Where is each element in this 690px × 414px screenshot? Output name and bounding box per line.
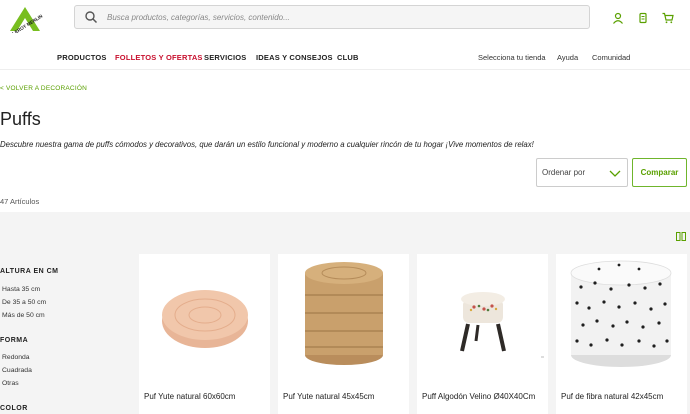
- product-name[interactable]: Puf de fibra natural 42x45cm: [561, 392, 663, 401]
- filter-option[interactable]: Más de 50 cm: [2, 312, 45, 319]
- filter-option[interactable]: Hasta 35 cm: [2, 286, 40, 293]
- community-link[interactable]: Comunidad: [592, 53, 630, 62]
- cart-icon[interactable]: [662, 12, 674, 24]
- nav-item-productos[interactable]: PRODUCTOS: [57, 53, 107, 62]
- filter-option[interactable]: De 35 a 50 cm: [2, 299, 46, 306]
- filter-option[interactable]: Redonda: [2, 354, 30, 361]
- page-title: Puffs: [0, 109, 41, 129]
- search-icon[interactable]: [84, 10, 98, 24]
- chevron-down-icon: [609, 168, 621, 178]
- sort-dropdown[interactable]: Ordenar por: [536, 158, 628, 187]
- image-indicator: [541, 356, 544, 358]
- sort-label: Ordenar por: [542, 168, 586, 177]
- grid-view-icon[interactable]: [676, 232, 686, 241]
- help-link[interactable]: Ayuda: [557, 53, 578, 62]
- article-count: 47 Artículos: [0, 197, 40, 206]
- filter-option[interactable]: Cuadrada: [2, 367, 32, 374]
- product-image[interactable]: [139, 254, 270, 374]
- product-card[interactable]: Puf Yute natural 45x45cm: [278, 254, 409, 414]
- search-input[interactable]: [107, 12, 567, 22]
- user-icon[interactable]: [612, 12, 624, 24]
- page-description: Descubre nuestra gama de puffs cómodos y…: [0, 140, 534, 149]
- filter-option[interactable]: Otras: [2, 380, 19, 387]
- product-image[interactable]: [417, 254, 548, 374]
- filter-heading-altura[interactable]: ALTURA EN CM: [0, 268, 59, 275]
- shopping-list-icon[interactable]: [637, 12, 649, 24]
- leroy-merlin-logo[interactable]: LEROY MERLIN: [6, 3, 44, 36]
- product-name[interactable]: Puff Algodón Velino Ø40X40Cm: [422, 392, 535, 401]
- header: LEROY MERLIN: [0, 0, 690, 38]
- compare-button[interactable]: Comparar: [632, 158, 687, 187]
- product-name[interactable]: Puf Yute natural 45x45cm: [283, 392, 374, 401]
- product-name[interactable]: Puf Yute natural 60x60cm: [144, 392, 235, 401]
- product-card[interactable]: Puff Algodón Velino Ø40X40Cm: [417, 254, 548, 414]
- filter-heading-forma[interactable]: FORMA: [0, 337, 28, 344]
- nav-item-ideas-consejos[interactable]: IDEAS Y CONSEJOS: [256, 53, 333, 62]
- select-store-link[interactable]: Selecciona tu tienda: [478, 53, 546, 62]
- back-link[interactable]: < VOLVER A DECORACIÓN: [0, 85, 87, 92]
- product-image[interactable]: [278, 254, 409, 374]
- nav-item-servicios[interactable]: SERVICIOS: [204, 53, 247, 62]
- main-nav: PRODUCTOS FOLLETOS Y OFERTAS SERVICIOS I…: [0, 44, 690, 70]
- product-image[interactable]: [556, 254, 687, 374]
- filter-heading-color[interactable]: COLOR: [0, 405, 28, 412]
- product-card[interactable]: Puf Yute natural 60x60cm: [139, 254, 270, 414]
- nav-item-folletos-ofertas[interactable]: FOLLETOS Y OFERTAS: [115, 53, 203, 62]
- search-bar[interactable]: [74, 5, 590, 29]
- nav-item-club[interactable]: CLUB: [337, 53, 359, 62]
- product-card[interactable]: Puf de fibra natural 42x45cm: [556, 254, 687, 414]
